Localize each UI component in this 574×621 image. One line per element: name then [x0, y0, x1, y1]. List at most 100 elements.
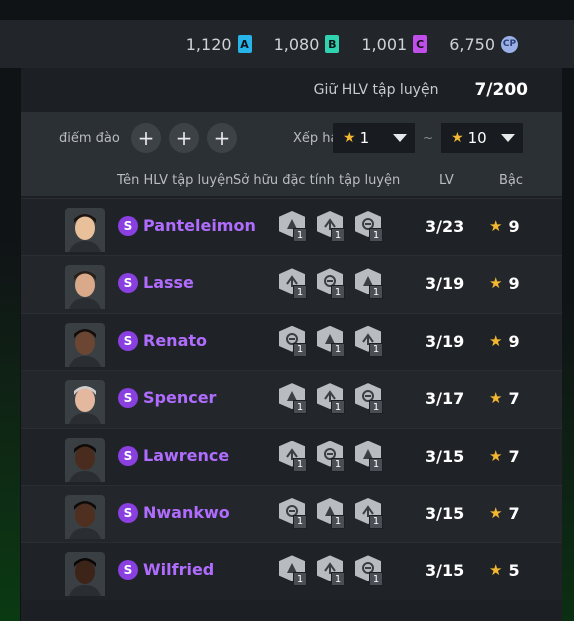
trait-icon[interactable]: 1 [279, 325, 312, 358]
coach-panel: Giữ HLV tập luyện 7/200 điểm đào t + + +… [21, 68, 562, 621]
coach-rank: ★ 7 [489, 389, 520, 409]
trait-level: 1 [369, 228, 383, 242]
coach-avatar [65, 380, 105, 425]
column-rank[interactable]: Bậc [499, 173, 523, 188]
trait-icon[interactable]: 1 [279, 555, 312, 587]
trait-icon[interactable]: 1 [355, 440, 388, 473]
star-icon: ★ [489, 389, 503, 408]
trait-icon[interactable]: 1 [279, 383, 312, 415]
coach-row[interactable]: S Spencer 1 1 1 3/17 ★ 7 [21, 370, 562, 428]
currency-c-icon: C [413, 35, 428, 53]
trait-icon[interactable]: 1 [317, 325, 350, 358]
star-icon: ★ [451, 130, 464, 146]
grade-badge: S [118, 502, 138, 523]
coach-avatar [65, 208, 105, 252]
currency-a: 1,120 A [186, 35, 252, 54]
trait-icon[interactable]: 1 [279, 440, 312, 473]
coach-name: Spencer [143, 388, 217, 408]
chevron-down-icon [393, 134, 407, 142]
add-filter-button-2[interactable]: + [169, 123, 199, 153]
chevron-down-icon [501, 134, 516, 142]
trait-list: 1 1 1 [279, 383, 388, 415]
coach-avatar [65, 437, 105, 482]
column-lv[interactable]: LV [439, 173, 454, 188]
coach-name: Lasse [143, 273, 194, 293]
trait-icon[interactable]: 1 [355, 555, 388, 587]
trait-icon[interactable]: 1 [317, 211, 350, 243]
trait-level: 1 [293, 342, 307, 357]
coach-row[interactable]: S Lasse 1 1 1 3/19 ★ 9 [21, 255, 562, 313]
rank-from-dropdown[interactable]: ★ 1 [333, 123, 415, 153]
trait-level: 1 [293, 285, 307, 300]
holder-label: Giữ HLV tập luyện [313, 82, 439, 98]
trait-icon[interactable]: 1 [317, 555, 350, 587]
coach-level: 3/23 [425, 217, 465, 236]
currency-a-icon: A [237, 35, 252, 53]
coach-row[interactable]: S Nwankwo 1 1 1 3/15 ★ 7 [21, 484, 562, 543]
coach-avatar [65, 494, 105, 539]
trait-icon[interactable]: 1 [279, 268, 312, 300]
trait-level: 1 [293, 457, 307, 472]
trait-list: 1 1 1 [279, 497, 388, 530]
star-icon: ★ [343, 130, 356, 146]
trait-level: 1 [369, 342, 383, 357]
coach-rank: ★ 7 [489, 446, 520, 466]
coach-row[interactable]: S Panteleimon 1 1 1 3/23 ★ 9 [21, 198, 562, 256]
trait-level: 1 [331, 285, 345, 300]
star-icon: ★ [489, 331, 503, 350]
trait-icon[interactable]: 1 [355, 211, 388, 243]
column-owned-traits[interactable]: Sở hữu đặc tính tập luyện [233, 173, 400, 188]
coach-avatar [65, 322, 105, 367]
trait-level: 1 [293, 514, 307, 529]
coach-name: Nwankwo [143, 502, 230, 522]
rank-to-dropdown[interactable]: ★ 10 [441, 123, 524, 153]
column-name[interactable]: Tên HLV tập luyện [117, 173, 233, 188]
trait-icon[interactable]: 1 [355, 325, 388, 358]
trait-level: 1 [293, 228, 307, 242]
coach-name: Wilfried [143, 560, 215, 580]
add-filter-button-3[interactable]: + [207, 123, 237, 153]
coach-level: 3/15 [425, 561, 465, 581]
trait-icon[interactable]: 1 [355, 383, 388, 415]
grade-badge: S [118, 330, 138, 351]
coach-level: 3/19 [425, 331, 465, 351]
grade-badge: S [118, 273, 138, 294]
trait-level: 1 [369, 400, 383, 415]
filter-row: điểm đào t + + + Xếp hạ ★ 1 ~ ★ 10 [21, 112, 562, 164]
points-filter-label: điểm đào t [59, 130, 123, 146]
currency-b-icon: B [325, 35, 340, 53]
trait-level: 1 [331, 342, 345, 357]
coach-level: 3/17 [425, 389, 465, 409]
trait-level: 1 [331, 572, 345, 587]
coach-row[interactable]: S Lawrence 1 1 1 3/15 ★ 7 [21, 427, 562, 485]
star-icon: ★ [489, 561, 503, 580]
trait-icon[interactable]: 1 [279, 211, 312, 243]
trait-icon[interactable]: 1 [317, 268, 350, 300]
trait-icon[interactable]: 1 [317, 497, 350, 530]
trait-level: 1 [331, 457, 345, 472]
coach-level: 3/15 [425, 446, 465, 466]
star-icon: ★ [489, 446, 503, 465]
background-glow [0, 240, 20, 621]
trait-list: 1 1 1 [279, 440, 388, 473]
coach-row[interactable]: S Renato 1 1 1 3/19 ★ 9 [21, 312, 562, 371]
grade-badge: S [118, 445, 138, 466]
trait-list: 1 1 1 [279, 268, 388, 300]
rank-filter-label: Xếp hạ [293, 130, 333, 146]
holder-count: 7/200 [474, 80, 528, 100]
trait-icon[interactable]: 1 [279, 497, 312, 530]
coach-row[interactable]: S Wilfried 1 1 1 3/15 ★ 5 [21, 542, 562, 600]
trait-icon[interactable]: 1 [355, 268, 388, 300]
add-filter-button-1[interactable]: + [131, 123, 161, 153]
trait-level: 1 [369, 572, 383, 587]
grade-badge: S [118, 560, 138, 581]
trait-list: 1 1 1 [279, 211, 388, 243]
trait-icon[interactable]: 1 [355, 497, 388, 530]
coach-rank: ★ 9 [489, 274, 520, 294]
trait-icon[interactable]: 1 [317, 440, 350, 473]
currency-bar: 1,120 A 1,080 B 1,001 C 6,750 CP [0, 20, 574, 68]
currency-c: 1,001 C [361, 35, 428, 54]
holder-row: Giữ HLV tập luyện 7/200 [21, 68, 562, 112]
coach-level: 3/15 [425, 503, 465, 523]
trait-icon[interactable]: 1 [317, 383, 350, 415]
